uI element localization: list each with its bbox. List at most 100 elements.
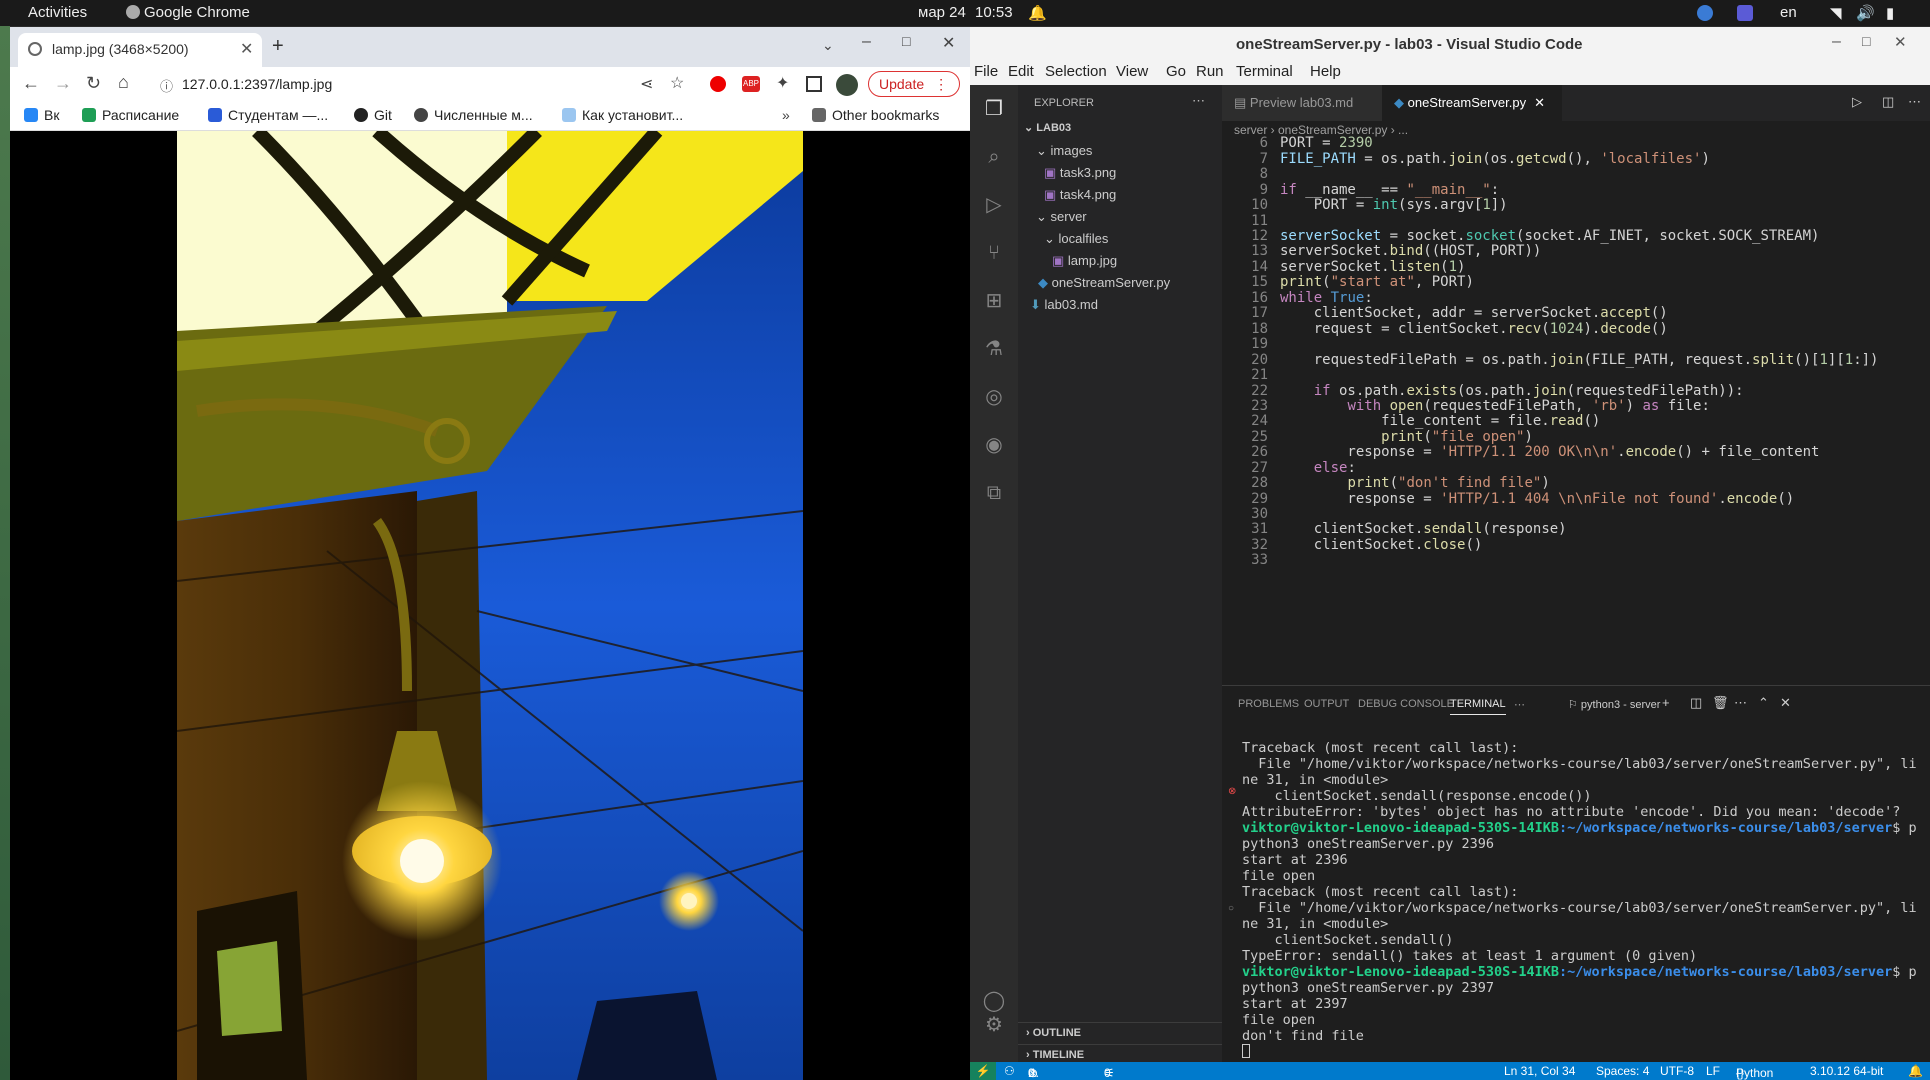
code-line[interactable]: print("don't find file") [1280, 475, 1549, 491]
code-line[interactable]: FILE_PATH = os.path.join(os.getcwd(), 'l… [1280, 151, 1710, 167]
search-icon[interactable]: ⌕ [982, 145, 1006, 169]
tab-debug-console[interactable]: DEBUG CONSOLE [1358, 698, 1454, 710]
address-bar[interactable]: 127.0.0.1:2397/lamp.jpg [182, 76, 332, 92]
browser-tab[interactable]: lamp.jpg (3468×5200) ✕ [18, 33, 262, 67]
maximize-panel-icon[interactable]: ⌃ [1758, 695, 1769, 711]
tray-app-icon[interactable] [1697, 5, 1713, 21]
remote-indicator-icon[interactable]: ⚡ [970, 1062, 996, 1080]
menu-go[interactable]: Go [1166, 63, 1186, 80]
side-panel-icon[interactable] [806, 76, 822, 92]
terminal-more-icon[interactable]: ⋯ [1734, 695, 1747, 711]
bookmark-how-to-install[interactable]: Как установит... [562, 107, 683, 123]
back-arrow-icon[interactable]: ← [22, 73, 40, 94]
eol-status[interactable]: LF [1706, 1064, 1720, 1078]
git-graph-icon[interactable]: ◉ [982, 433, 1006, 457]
tree-root-lab03[interactable]: ⌄ LAB03 [1024, 121, 1071, 134]
menu-edit[interactable]: Edit [1008, 63, 1034, 80]
bookmarks-overflow-chevron-icon[interactable]: » [782, 107, 790, 123]
share-icon[interactable]: ⋖ [640, 74, 653, 94]
activities-button[interactable]: Activities [28, 4, 87, 21]
code-line[interactable]: requestedFilePath = os.path.join(FILE_PA… [1280, 352, 1879, 368]
profile-avatar[interactable] [836, 74, 858, 96]
code-line[interactable]: while True: [1280, 290, 1373, 306]
keyboard-layout-indicator[interactable]: en [1780, 4, 1797, 21]
site-info-icon[interactable]: ⓘ [160, 76, 173, 95]
maximize-button[interactable]: □ [902, 33, 910, 49]
wifi-icon[interactable]: ◥ [1830, 4, 1842, 22]
code-line[interactable]: file_content = file.read() [1280, 413, 1600, 429]
code-line[interactable]: serverSocket.listen(1) [1280, 259, 1465, 275]
explorer-more-icon[interactable]: ⋯ [1192, 93, 1205, 109]
code-line[interactable]: clientSocket.close() [1280, 537, 1483, 553]
menu-view[interactable]: View [1116, 63, 1148, 80]
tab-onestreamserver[interactable]: ◆ oneStreamServer.py ✕ [1382, 85, 1562, 121]
run-file-icon[interactable]: ▷ [1852, 94, 1862, 110]
code-line[interactable]: print("file open") [1280, 429, 1533, 445]
code-line[interactable]: PORT = int(sys.argv[1]) [1280, 197, 1508, 213]
close-panel-icon[interactable]: ✕ [1780, 695, 1791, 711]
settings-gear-icon[interactable]: ⚙ [982, 1013, 1006, 1037]
tab-problems[interactable]: PROBLEMS [1238, 698, 1299, 710]
code-line[interactable]: clientSocket, addr = serverSocket.accept… [1280, 305, 1668, 321]
docker-icon[interactable]: ⧉ [982, 481, 1006, 505]
adblock-icon[interactable]: ABP [742, 76, 760, 92]
code-line[interactable]: print("start at", PORT) [1280, 274, 1474, 290]
code-line[interactable]: serverSocket = socket.socket(socket.AF_I… [1280, 228, 1819, 244]
code-line[interactable]: if os.path.exists(os.path.join(requested… [1280, 383, 1744, 399]
maximize-button[interactable]: □ [1862, 33, 1870, 49]
reload-icon[interactable]: ↻ [86, 73, 101, 94]
accounts-status-icon[interactable]: ⚇ [1004, 1064, 1015, 1078]
accounts-icon[interactable]: ◯ [982, 989, 1006, 1013]
new-tab-button[interactable]: + [272, 35, 284, 58]
tab-terminal[interactable]: TERMINAL [1450, 698, 1506, 715]
bookmark-schedule[interactable]: Расписание [82, 107, 179, 123]
terminal-instance[interactable]: ⚐ python3 - server [1568, 698, 1660, 711]
bookmark-numerical[interactable]: Численные м... [414, 107, 533, 123]
tab-preview-lab03[interactable]: ▤ Preview lab03.md [1222, 85, 1382, 121]
code-line[interactable]: serverSocket.bind((HOST, PORT)) [1280, 243, 1541, 259]
run-debug-icon[interactable]: ▷ [982, 193, 1006, 217]
code-line[interactable]: PORT = 2390 [1280, 135, 1373, 151]
battery-icon[interactable]: ▮ [1886, 4, 1894, 22]
active-app-name[interactable]: Google Chrome [126, 4, 250, 21]
menu-selection[interactable]: Selection [1045, 63, 1107, 80]
remote-explorer-icon[interactable]: ◎ [982, 385, 1006, 409]
code-line[interactable]: if __name__ == "__main__": [1280, 182, 1499, 198]
code-line[interactable]: with open(requestedFilePath, 'rb') as fi… [1280, 398, 1709, 414]
tree-file-lamp[interactable]: ▣ lamp.jpg [1052, 253, 1117, 269]
code-line[interactable]: response = 'HTTP/1.1 404 \n\nFile not fo… [1280, 491, 1794, 507]
date-label[interactable]: мар 24 [918, 4, 966, 21]
bookmark-vk[interactable]: Вк [24, 107, 59, 123]
code-line[interactable]: response = 'HTTP/1.1 200 OK\n\n'.encode(… [1280, 444, 1819, 460]
bookmark-star-icon[interactable]: ☆ [670, 73, 684, 93]
code-line[interactable]: request = clientSocket.recv(1024).decode… [1280, 321, 1668, 337]
tree-folder-server[interactable]: ⌄ server [1036, 209, 1087, 225]
lamp-photo-image[interactable] [177, 131, 803, 1080]
notifications-bell-icon[interactable]: 🔔 [1908, 1064, 1923, 1078]
kill-terminal-trash-icon[interactable]: 🗑 [1712, 695, 1729, 711]
extensions-icon[interactable]: ⊞ [982, 289, 1006, 313]
tray-teams-icon[interactable] [1737, 5, 1753, 21]
minimize-button[interactable]: – [862, 33, 871, 51]
tree-folder-localfiles[interactable]: ⌄ localfiles [1044, 231, 1108, 247]
terminal-output[interactable]: Traceback (most recent call last): File … [1242, 724, 1922, 1062]
home-icon[interactable]: ⌂ [118, 72, 129, 93]
menu-terminal[interactable]: Terminal [1236, 63, 1293, 80]
encoding-status[interactable]: UTF-8 [1660, 1064, 1694, 1078]
other-bookmarks-folder[interactable]: Other bookmarks [812, 107, 939, 123]
panel-more-icon[interactable]: ⋯ [1514, 698, 1525, 711]
tree-file-lab03md[interactable]: ⬇ lab03.md [1030, 297, 1098, 313]
tree-folder-images[interactable]: ⌄ images [1036, 143, 1092, 159]
menu-run[interactable]: Run [1196, 63, 1224, 80]
extensions-puzzle-icon[interactable]: ✦ [776, 73, 789, 93]
notification-bell-icon[interactable]: 🔔 [1028, 4, 1047, 22]
cursor-position[interactable]: Ln 31, Col 34 [1504, 1064, 1575, 1078]
tree-file-task3[interactable]: ▣ task3.png [1044, 165, 1116, 181]
tree-file-onestreamserver[interactable]: ◆ oneStreamServer.py [1038, 275, 1170, 291]
python-interpreter[interactable]: 3.10.12 64-bit [1810, 1064, 1883, 1078]
code-line[interactable]: else: [1280, 460, 1356, 476]
close-tab-icon[interactable]: ✕ [240, 39, 253, 59]
tab-search-chevron-icon[interactable]: ⌄ [822, 37, 834, 54]
tab-output[interactable]: OUTPUT [1304, 698, 1349, 710]
update-button[interactable]: Update ⋮ [868, 71, 960, 97]
